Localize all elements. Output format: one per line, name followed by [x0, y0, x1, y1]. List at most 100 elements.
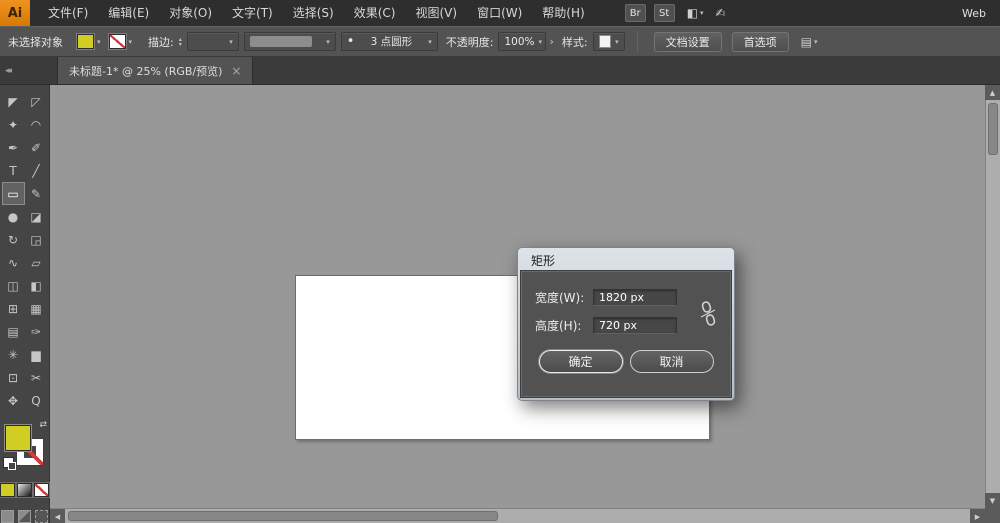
chevron-down-icon: ▾	[128, 37, 133, 46]
drawing-mode-row	[1, 510, 48, 523]
dialog-body: 宽度(W): 高度(H): 确定 取消	[520, 270, 732, 398]
cancel-button[interactable]: 取消	[629, 350, 714, 373]
menu-help[interactable]: 帮助(H)	[532, 0, 594, 26]
horizontal-scroll-thumb[interactable]	[68, 511, 498, 521]
pen-tool[interactable]: ✒	[2, 136, 25, 159]
opacity-dropdown[interactable]: 100% ▾	[498, 32, 547, 51]
horizontal-scrollbar[interactable]: ◀ ▶	[50, 508, 985, 523]
live-paint-bucket-tool[interactable]: ◧	[25, 274, 48, 297]
opacity-panel-arrow-icon[interactable]: ›	[549, 35, 553, 48]
gradient-tool[interactable]: ▤	[2, 320, 25, 343]
vertical-scroll-thumb[interactable]	[988, 103, 998, 155]
tools-collapse-button[interactable]: ◂◂	[0, 57, 57, 84]
width-label: 宽度(W):	[535, 291, 585, 305]
menu-window[interactable]: 窗口(W)	[467, 0, 532, 26]
rectangle-tool[interactable]: ▭	[1, 182, 25, 205]
bridge-button[interactable]: Br	[624, 4, 646, 22]
none-mode-button[interactable]	[34, 483, 49, 497]
stroke-weight-stepper[interactable]: ▴ ▾	[179, 36, 182, 47]
paintbrush-tool[interactable]: ✐	[25, 136, 48, 159]
gesture-button[interactable]: ✍	[716, 6, 726, 20]
gradient-mode-button[interactable]	[17, 483, 32, 497]
type-tool[interactable]: T	[2, 159, 25, 182]
menu-view[interactable]: 视图(V)	[405, 0, 467, 26]
direct-selection-tool[interactable]: ◸	[25, 90, 48, 113]
height-input[interactable]	[593, 317, 677, 334]
scroll-down-button[interactable]: ▼	[985, 493, 1000, 508]
menu-type[interactable]: 文字(T)	[222, 0, 283, 26]
menu-file[interactable]: 文件(F)	[38, 0, 98, 26]
chevron-down-icon: ▾	[428, 37, 432, 46]
scale-tool[interactable]: ◲	[25, 228, 48, 251]
selection-tool[interactable]: ◤	[2, 90, 25, 113]
dialog-title[interactable]: 矩形	[520, 250, 732, 270]
menu-edit[interactable]: 编辑(E)	[98, 0, 159, 26]
scroll-right-button[interactable]: ▶	[970, 509, 985, 523]
menu-select[interactable]: 选择(S)	[283, 0, 344, 26]
chevron-down-icon: ▾	[615, 37, 619, 46]
artboard-tool[interactable]: ⊡	[2, 366, 25, 389]
eyedropper-tool[interactable]: ✑	[25, 320, 48, 343]
menu-effect[interactable]: 效果(C)	[344, 0, 406, 26]
line-segment-tool[interactable]: ╱	[25, 159, 48, 182]
dialog-fields: 宽度(W): 高度(H):	[535, 289, 717, 334]
draw-normal-button[interactable]	[1, 510, 14, 523]
slice-tool[interactable]: ✂	[25, 366, 48, 389]
ok-button[interactable]: 确定	[538, 350, 623, 373]
zoom-tool[interactable]: Q	[25, 389, 48, 412]
tab-bar: ◂◂ 未标题-1* @ 25% (RGB/预览) ×	[0, 57, 1000, 85]
color-mode-button[interactable]	[0, 483, 15, 497]
fill-swatch[interactable]	[77, 34, 94, 49]
draw-inside-button[interactable]	[35, 510, 48, 523]
symbol-sprayer-tool[interactable]: ✳	[2, 343, 25, 366]
stock-button[interactable]: St	[653, 4, 675, 22]
fill-indicator[interactable]	[5, 425, 31, 451]
free-transform-tool[interactable]: ▱	[25, 251, 48, 274]
spinner-down-icon[interactable]: ▾	[179, 41, 182, 47]
brush-definition-dropdown[interactable]: • 3 点圆形 ▾	[340, 32, 438, 51]
chevron-down-icon: ▾	[538, 37, 543, 46]
lasso-tool[interactable]: ◠	[25, 113, 48, 136]
opacity-label: 不透明度:	[445, 35, 494, 49]
blob-brush-tool[interactable]: ●	[2, 205, 25, 228]
workspace-switcher[interactable]: Web	[962, 7, 1000, 20]
swap-fill-stroke-icon[interactable]: ⇄	[39, 420, 47, 430]
tool-grid: ◤ ◸ ✦ ◠ ✒ ✐ T ╱ ▭ ✎ ● ◪ ↻ ◲ ∿ ▱ ◫ ◧ ⊞ ▦ ▤ ✑ ✳ ▆ ⊡ ✂ ✥ Q	[1, 90, 48, 412]
collapse-icon: ◂◂	[5, 65, 12, 76]
perspective-grid-tool[interactable]: ⊞	[2, 297, 25, 320]
width-tool[interactable]: ∿	[2, 251, 25, 274]
shape-builder-tool[interactable]: ◫	[2, 274, 25, 297]
scroll-up-button[interactable]: ▲	[985, 85, 1000, 100]
width-input[interactable]	[593, 289, 677, 306]
default-fill-stroke-icon[interactable]	[3, 457, 16, 470]
stroke-color-control[interactable]: ▾	[108, 34, 133, 49]
menu-object[interactable]: 对象(O)	[159, 0, 222, 26]
magic-wand-tool[interactable]: ✦	[2, 113, 25, 136]
hand-tool[interactable]: ✥	[2, 389, 25, 412]
tab-close-icon[interactable]: ×	[231, 64, 241, 78]
chevron-down-icon: ▾	[229, 37, 233, 46]
arrange-documents-button[interactable]: ◧ ▾	[687, 6, 704, 20]
pencil-tool[interactable]: ✎	[25, 182, 48, 205]
panel-options-button[interactable]: ▤ ▾	[801, 35, 818, 49]
menu-items: 文件(F) 编辑(E) 对象(O) 文字(T) 选择(S) 效果(C) 视图(V) 窗口(W)…	[38, 0, 595, 26]
illustrator-app: Ai 文件(F) 编辑(E) 对象(O) 文字(T) 选择(S) 效果(C) 视图(V) 窗口…	[0, 0, 1000, 523]
scrollbar-corner	[985, 508, 1000, 523]
mesh-tool[interactable]: ▦	[25, 297, 48, 320]
eraser-tool[interactable]: ◪	[25, 205, 48, 228]
fill-color-control[interactable]: ▾	[77, 34, 101, 49]
draw-behind-button[interactable]	[18, 510, 31, 523]
vertical-scrollbar[interactable]: ▲ ▼	[985, 85, 1000, 508]
constrain-proportions-icon[interactable]	[699, 300, 717, 328]
stroke-weight-dropdown[interactable]: ▾	[186, 32, 239, 51]
style-dropdown[interactable]: ▾	[592, 32, 625, 51]
rotate-tool[interactable]: ↻	[2, 228, 25, 251]
scroll-left-button[interactable]: ◀	[50, 509, 65, 523]
stroke-swatch[interactable]	[108, 34, 126, 49]
width-profile-dropdown[interactable]: ▾	[243, 32, 336, 51]
column-graph-tool[interactable]: ▆	[25, 343, 48, 366]
opacity-value: 100%	[504, 35, 535, 48]
document-tab[interactable]: 未标题-1* @ 25% (RGB/预览) ×	[57, 57, 254, 84]
preferences-button[interactable]: 首选项	[731, 31, 789, 52]
document-setup-button[interactable]: 文档设置	[653, 31, 722, 52]
